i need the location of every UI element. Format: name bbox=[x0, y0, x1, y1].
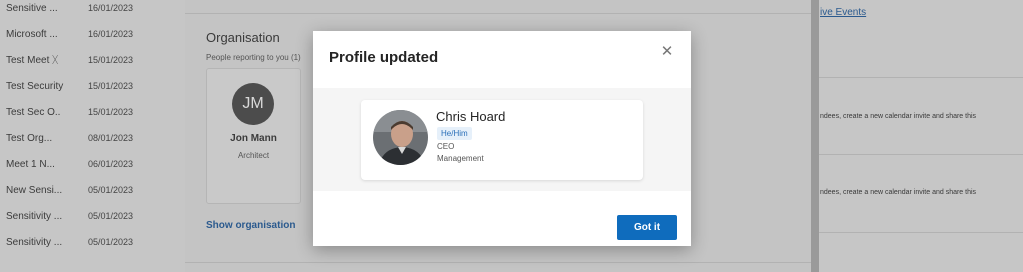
direct-report-card[interactable]: JM Jon Mann Architect bbox=[206, 68, 301, 204]
organisation-title: Organisation bbox=[206, 30, 280, 45]
list-item[interactable]: Test Sec O.. 15/01/2023 bbox=[0, 99, 185, 125]
live-events-link[interactable]: ive Events bbox=[820, 7, 866, 18]
list-item[interactable]: Test Meet ᚷ 15/01/2023 bbox=[0, 47, 185, 73]
body-text: ndees, create a new calendar invite and … bbox=[820, 189, 977, 196]
profile-photo bbox=[373, 110, 428, 165]
profile-card: Chris Hoard He/Him CEO Management bbox=[361, 100, 643, 180]
list-item[interactable]: Sensitivity ... 05/01/2023 bbox=[0, 229, 185, 255]
email-date: 08/01/2023 bbox=[88, 133, 134, 143]
email-date: 06/01/2023 bbox=[88, 159, 134, 169]
dialog-title: Profile updated bbox=[329, 49, 439, 66]
close-icon[interactable]: ✕ bbox=[656, 42, 678, 64]
body-text: ndees, create a new calendar invite and … bbox=[820, 113, 977, 120]
show-organisation-link[interactable]: Show organisation bbox=[206, 220, 295, 231]
email-date: 15/01/2023 bbox=[88, 107, 134, 117]
email-subject: Test Security bbox=[6, 81, 64, 92]
email-date: 05/01/2023 bbox=[88, 185, 134, 195]
email-date: 15/01/2023 bbox=[88, 55, 134, 65]
profile-updated-dialog: Profile updated ✕ Chris Hoard He/Him CEO… bbox=[313, 31, 691, 246]
email-subject: Sensitivity ... bbox=[6, 211, 63, 222]
divider bbox=[185, 13, 811, 14]
divider bbox=[819, 154, 1023, 155]
reading-pane: ive Events ndees, create a new calendar … bbox=[819, 0, 1023, 272]
email-subject: Test Sec O.. bbox=[6, 107, 61, 118]
email-date: 15/01/2023 bbox=[88, 81, 134, 91]
email-subject: Meet 1 N... bbox=[6, 159, 55, 170]
list-item[interactable]: Test Org... 08/01/2023 bbox=[0, 125, 185, 151]
email-subject: Microsoft ... bbox=[6, 29, 58, 40]
divider bbox=[185, 262, 811, 263]
email-list: Sensitive ... 16/01/2023 Microsoft ... 16/… bbox=[0, 0, 185, 272]
organisation-subtitle: People reporting to you (1) bbox=[206, 53, 301, 62]
list-item[interactable]: Test Security 15/01/2023 bbox=[0, 73, 185, 99]
profile-job-title: CEO bbox=[437, 142, 455, 151]
pane-divider bbox=[811, 0, 819, 272]
profile-name: Chris Hoard bbox=[436, 109, 506, 124]
list-item[interactable]: Meet 1 N... 06/01/2023 bbox=[0, 151, 185, 177]
email-date: 05/01/2023 bbox=[88, 237, 134, 247]
list-item[interactable]: Microsoft ... 16/01/2023 bbox=[0, 21, 185, 47]
profile-department: Management bbox=[437, 154, 484, 163]
dialog-body: Chris Hoard He/Him CEO Management bbox=[313, 88, 691, 191]
direct-report-role: Architect bbox=[237, 151, 270, 160]
email-subject: Test Org... bbox=[6, 133, 53, 144]
got-it-button[interactable]: Got it bbox=[617, 215, 677, 240]
list-item[interactable]: Sensitivity ... 05/01/2023 bbox=[0, 203, 185, 229]
pronoun-badge: He/Him bbox=[437, 127, 472, 140]
email-subject: Sensitive ... bbox=[6, 3, 58, 14]
divider bbox=[819, 77, 1023, 78]
list-item[interactable]: New Sensi... 05/01/2023 bbox=[0, 177, 185, 203]
email-subject: Test Meet ᚷ bbox=[6, 55, 59, 66]
email-date: 16/01/2023 bbox=[88, 3, 134, 13]
avatar: JM bbox=[232, 83, 274, 125]
divider bbox=[819, 232, 1023, 233]
list-item[interactable]: Sensitive ... 16/01/2023 bbox=[0, 0, 185, 21]
email-subject: New Sensi... bbox=[6, 185, 63, 196]
email-date: 05/01/2023 bbox=[88, 211, 134, 221]
direct-report-name: Jon Mann bbox=[230, 133, 277, 144]
email-date: 16/01/2023 bbox=[88, 29, 134, 39]
email-subject: Sensitivity ... bbox=[6, 237, 63, 248]
